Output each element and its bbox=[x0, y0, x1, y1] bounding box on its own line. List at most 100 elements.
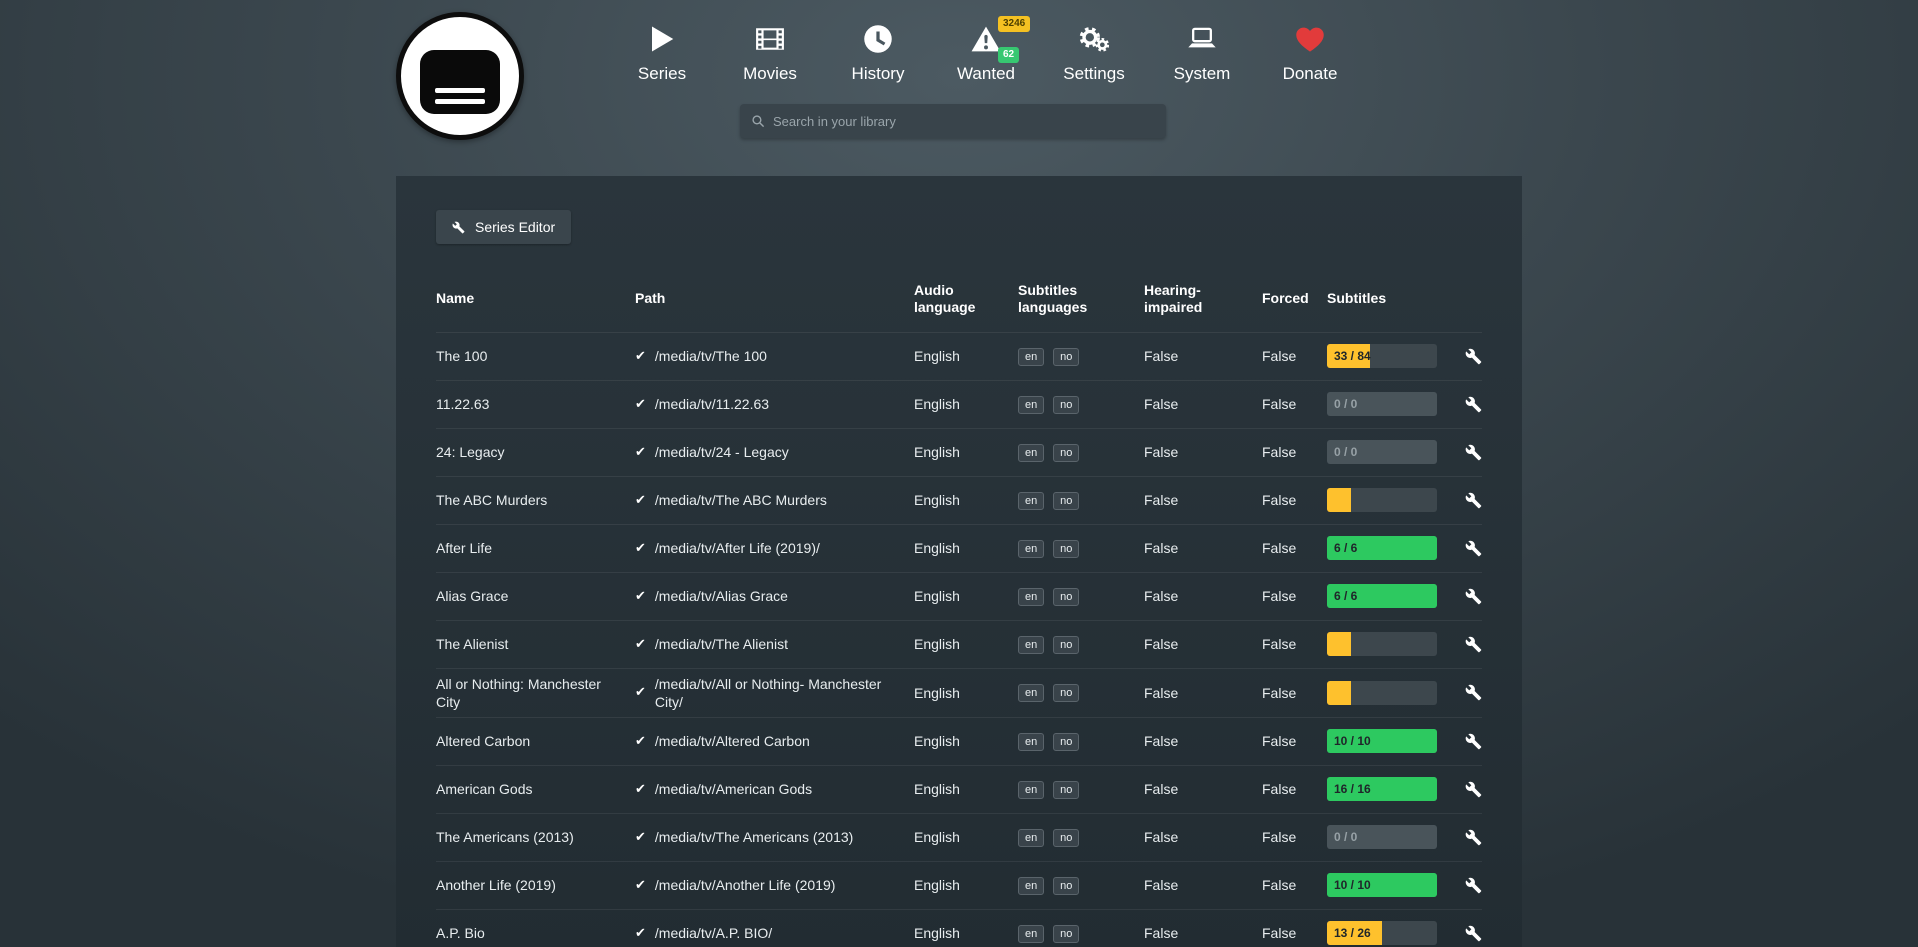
lang-badge-no: no bbox=[1053, 877, 1079, 895]
wrench-icon[interactable] bbox=[1465, 444, 1482, 461]
nav-history[interactable]: History bbox=[824, 14, 932, 84]
audio-language: English bbox=[914, 636, 1018, 652]
series-path: /media/tv/11.22.63 bbox=[655, 395, 769, 413]
wanted-search-badge: 62 bbox=[998, 47, 1019, 63]
table-row: After Life ✔ /media/tv/After Life (2019)… bbox=[436, 524, 1482, 572]
series-name[interactable]: After Life bbox=[436, 539, 635, 557]
hearing-impaired-value: False bbox=[1144, 685, 1262, 701]
header-subtitles: Subtitles bbox=[1327, 290, 1459, 307]
subtitles-languages: en no bbox=[1018, 395, 1144, 414]
header-subtitles-languages: Subtitles languages bbox=[1018, 282, 1144, 316]
series-name[interactable]: The Alienist bbox=[436, 635, 635, 653]
header-audio-language: Audio language bbox=[914, 282, 1018, 316]
nav-movies[interactable]: Movies bbox=[716, 14, 824, 84]
hearing-impaired-value: False bbox=[1144, 348, 1262, 364]
wrench-icon[interactable] bbox=[1465, 492, 1482, 509]
forced-value: False bbox=[1262, 877, 1327, 893]
audio-language: English bbox=[914, 540, 1018, 556]
series-name[interactable]: American Gods bbox=[436, 780, 635, 798]
main-nav: Series Movies History Wanted 3246 62 Set… bbox=[608, 14, 1364, 84]
search-input[interactable] bbox=[773, 114, 1155, 129]
subtitles-progress-text: 0 / 0 bbox=[1334, 440, 1357, 464]
subtitles-progress-bar: 16 / 16 bbox=[1327, 777, 1437, 801]
series-name[interactable]: 11.22.63 bbox=[436, 395, 635, 413]
subtitles-progress-text: 0 / 0 bbox=[1334, 825, 1357, 849]
series-name[interactable]: 24: Legacy bbox=[436, 443, 635, 461]
page: Series Movies History Wanted 3246 62 Set… bbox=[0, 0, 1918, 947]
series-path: /media/tv/Altered Carbon bbox=[655, 732, 810, 750]
series-name[interactable]: Altered Carbon bbox=[436, 732, 635, 750]
wrench-icon[interactable] bbox=[1465, 877, 1482, 894]
audio-language: English bbox=[914, 492, 1018, 508]
film-icon bbox=[755, 23, 785, 55]
wrench-icon[interactable] bbox=[1465, 396, 1482, 413]
subtitles-progress-text: 16 / 16 bbox=[1334, 777, 1371, 801]
nav-settings[interactable]: Settings bbox=[1040, 14, 1148, 84]
lang-badge-en: en bbox=[1018, 348, 1044, 366]
subtitles-progress-bar: 13 / 26 bbox=[1327, 921, 1437, 945]
audio-language: English bbox=[914, 829, 1018, 845]
nav-series[interactable]: Series bbox=[608, 14, 716, 84]
subtitles-progress-bar: 6 / 6 bbox=[1327, 536, 1437, 560]
hearing-impaired-value: False bbox=[1144, 877, 1262, 893]
series-path: /media/tv/The Alienist bbox=[655, 635, 788, 653]
nav-system[interactable]: System bbox=[1148, 14, 1256, 84]
lang-badge-no: no bbox=[1053, 925, 1079, 943]
series-path: /media/tv/The 100 bbox=[655, 347, 767, 365]
nav-donate[interactable]: Donate bbox=[1256, 14, 1364, 84]
hearing-impaired-value: False bbox=[1144, 781, 1262, 797]
series-name[interactable]: A.P. Bio bbox=[436, 924, 635, 942]
wrench-icon[interactable] bbox=[1465, 588, 1482, 605]
subtitles-progress-text: 6 / 6 bbox=[1334, 536, 1357, 560]
series-editor-button[interactable]: Series Editor bbox=[436, 210, 571, 244]
check-icon: ✔ bbox=[635, 444, 646, 461]
nav-wanted[interactable]: Wanted 3246 62 bbox=[932, 14, 1040, 84]
app-logo[interactable] bbox=[396, 12, 524, 140]
lang-badge-no: no bbox=[1053, 588, 1079, 606]
subtitles-languages: en no bbox=[1018, 876, 1144, 895]
subtitles-languages: en no bbox=[1018, 443, 1144, 462]
hearing-impaired-value: False bbox=[1144, 396, 1262, 412]
wrench-icon[interactable] bbox=[1465, 348, 1482, 365]
header-name: Name bbox=[436, 290, 635, 307]
subtitles-progress-bar bbox=[1327, 681, 1437, 705]
wrench-icon bbox=[452, 221, 465, 234]
series-name[interactable]: Alias Grace bbox=[436, 587, 635, 605]
table-row: All or Nothing: Manchester City ✔ /media… bbox=[436, 668, 1482, 717]
series-name[interactable]: All or Nothing: Manchester City bbox=[436, 675, 635, 711]
wrench-icon[interactable] bbox=[1465, 829, 1482, 846]
subtitles-languages: en no bbox=[1018, 347, 1144, 366]
series-path: /media/tv/The ABC Murders bbox=[655, 491, 827, 509]
forced-value: False bbox=[1262, 396, 1327, 412]
subtitles-progress-bar: 33 / 84 bbox=[1327, 344, 1437, 368]
subtitles-progress-bar: 6 / 6 bbox=[1327, 584, 1437, 608]
subtitles-progress-bar: 0 / 0 bbox=[1327, 440, 1437, 464]
wrench-icon[interactable] bbox=[1465, 684, 1482, 701]
series-name[interactable]: The Americans (2013) bbox=[436, 828, 635, 846]
lang-badge-en: en bbox=[1018, 925, 1044, 943]
warning-icon bbox=[971, 23, 1001, 55]
lang-badge-no: no bbox=[1053, 396, 1079, 414]
forced-value: False bbox=[1262, 636, 1327, 652]
wrench-icon[interactable] bbox=[1465, 733, 1482, 750]
series-name[interactable]: Another Life (2019) bbox=[436, 876, 635, 894]
table-header-row: Name Path Audio language Subtitles langu… bbox=[436, 272, 1482, 332]
lang-badge-no: no bbox=[1053, 540, 1079, 558]
subtitles-languages: en no bbox=[1018, 780, 1144, 799]
series-name[interactable]: The 100 bbox=[436, 347, 635, 365]
series-name[interactable]: The ABC Murders bbox=[436, 491, 635, 509]
forced-value: False bbox=[1262, 733, 1327, 749]
audio-language: English bbox=[914, 348, 1018, 364]
check-icon: ✔ bbox=[635, 781, 646, 798]
check-icon: ✔ bbox=[635, 636, 646, 653]
nav-wanted-label: Wanted bbox=[957, 64, 1015, 84]
wrench-icon[interactable] bbox=[1465, 540, 1482, 557]
wrench-icon[interactable] bbox=[1465, 781, 1482, 798]
hearing-impaired-value: False bbox=[1144, 733, 1262, 749]
subtitles-progress-bar: 10 / 10 bbox=[1327, 873, 1437, 897]
wrench-icon[interactable] bbox=[1465, 636, 1482, 653]
table-row: Another Life (2019) ✔ /media/tv/Another … bbox=[436, 861, 1482, 909]
check-icon: ✔ bbox=[635, 877, 646, 894]
wrench-icon[interactable] bbox=[1465, 925, 1482, 942]
series-path: /media/tv/The Americans (2013) bbox=[655, 828, 853, 846]
